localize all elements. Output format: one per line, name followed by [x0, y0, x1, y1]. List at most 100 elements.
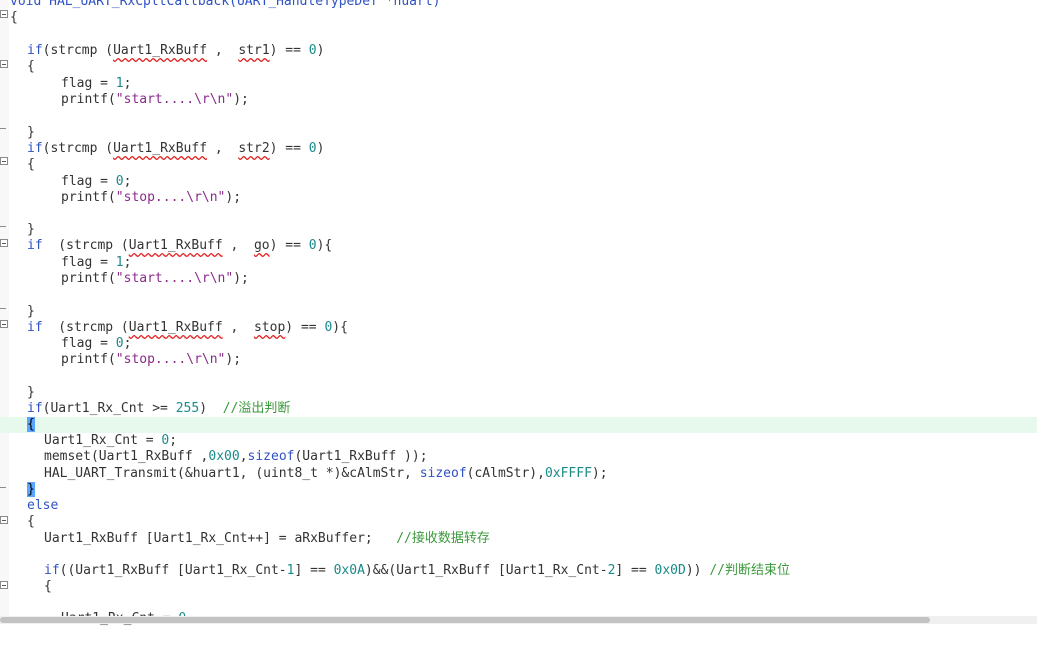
- code-line[interactable]: {: [0, 59, 1037, 75]
- code-line[interactable]: if(strcmp (Uart1_RxBuff , str2) == 0): [0, 141, 1037, 157]
- code-line[interactable]: Uart1_Rx_Cnt = 0;: [0, 433, 1037, 449]
- code-text: {: [10, 10, 18, 25]
- code-string: "start....\r\n": [115, 271, 234, 286]
- code-editor[interactable]: void HAL_UART_RxCpltCallback(UART_Handle…: [0, 0, 1037, 626]
- code-text: printf(: [61, 271, 116, 286]
- code-line[interactable]: if (strcmp (Uart1_RxBuff , stop) == 0){: [0, 320, 1037, 336]
- code-text: Uart1_Rx_Cnt =: [44, 433, 162, 448]
- code-text: (Uart1_Rx_Cnt >=: [42, 401, 176, 416]
- code-string: "stop....\r\n": [115, 352, 226, 367]
- code-line[interactable]: }: [0, 304, 1037, 320]
- code-text: ,: [222, 238, 254, 253]
- code-line[interactable]: flag = 0;: [0, 336, 1037, 352]
- code-text-error: Uart1_RxBuff: [128, 238, 223, 253]
- code-text: ,: [207, 43, 239, 58]
- code-text: }: [27, 385, 35, 400]
- code-line[interactable]: flag = 1;: [0, 76, 1037, 92]
- code-text: printf(: [61, 352, 116, 367]
- code-text: ,: [222, 320, 254, 335]
- code-line[interactable]: printf("stop....\r\n");: [0, 190, 1037, 206]
- code-text: )&&(Uart1_RxBuff [Uart1_Rx_Cnt-: [364, 563, 608, 578]
- horizontal-scrollbar[interactable]: [0, 616, 1037, 624]
- code-line[interactable]: if(Uart1_Rx_Cnt >= 255) //溢出判断: [0, 401, 1037, 417]
- code-line[interactable]: }: [0, 125, 1037, 141]
- code-text: ,: [239, 449, 248, 464]
- code-keyword: if: [44, 563, 60, 578]
- code-keyword: if: [27, 238, 43, 253]
- brace-match-highlight: {: [27, 417, 35, 432]
- code-line[interactable]: {: [0, 579, 1037, 595]
- code-text: ] ==: [294, 563, 334, 578]
- code-text: (cAlmStr),: [466, 466, 545, 481]
- code-text: )): [685, 563, 710, 578]
- code-line[interactable]: if(strcmp (Uart1_RxBuff , str1) == 0): [0, 43, 1037, 59]
- code-line[interactable]: flag = 1;: [0, 255, 1037, 271]
- code-text: ,: [207, 141, 239, 156]
- code-keyword: if: [27, 401, 43, 416]
- scrollbar-thumb[interactable]: [0, 617, 930, 623]
- code-line[interactable]: HAL_UART_Transmit(&huart1, (uint8_t *)&c…: [0, 466, 1037, 482]
- code-line-current[interactable]: {: [0, 417, 1037, 433]
- code-text: Uart1_RxBuff [Uart1_Rx_Cnt++] = aRxBuffe…: [44, 531, 397, 546]
- code-number: 255: [175, 401, 200, 416]
- code-text: ;: [169, 433, 178, 448]
- code-string: "stop....\r\n": [115, 190, 226, 205]
- code-line[interactable]: else: [0, 498, 1037, 514]
- code-keyword: sizeof: [419, 466, 467, 481]
- code-text: ;: [123, 76, 132, 91]
- code-text: ): [316, 141, 325, 156]
- code-line[interactable]: if((Uart1_RxBuff [Uart1_Rx_Cnt-1] == 0x0…: [0, 563, 1037, 579]
- code-text: {: [27, 157, 35, 172]
- code-text-error: go: [253, 238, 270, 253]
- code-text: ;: [123, 255, 132, 270]
- code-text: ) ==: [269, 238, 309, 253]
- code-line[interactable]: {: [0, 514, 1037, 530]
- code-line[interactable]: {: [0, 157, 1037, 173]
- code-number: 0xFFFF: [544, 466, 592, 481]
- code-number: 0: [115, 336, 124, 351]
- code-line[interactable]: }: [0, 385, 1037, 401]
- code-line[interactable]: if (strcmp (Uart1_RxBuff , go) == 0){: [0, 238, 1037, 254]
- code-line[interactable]: printf("stop....\r\n");: [0, 352, 1037, 368]
- code-text: }: [27, 304, 35, 319]
- code-text-error: str1: [238, 43, 270, 58]
- code-keyword: if: [27, 141, 43, 156]
- code-text-error: Uart1_RxBuff: [128, 320, 223, 335]
- code-line[interactable]: memset(Uart1_RxBuff ,0x00,sizeof(Uart1_R…: [0, 449, 1037, 465]
- code-number: 0x0A: [333, 563, 365, 578]
- code-text: {: [27, 59, 35, 74]
- code-number: 0: [308, 238, 317, 253]
- code-text: (strcmp (: [42, 238, 129, 253]
- code-text: ): [199, 401, 223, 416]
- code-number: 0: [308, 43, 317, 58]
- code-line[interactable]: printf("start....\r\n");: [0, 92, 1037, 108]
- code-string: "start....\r\n": [115, 92, 234, 107]
- code-comment: //判断结束位: [709, 563, 790, 578]
- code-line[interactable]: flag = 0;: [0, 174, 1037, 190]
- code-text: ){: [332, 320, 348, 335]
- code-text: (Uart1_RxBuff ));: [294, 449, 428, 464]
- code-line[interactable]: }: [0, 482, 1037, 498]
- code-text: memset(Uart1_RxBuff ,: [44, 449, 209, 464]
- code-line[interactable]: void HAL_UART_RxCpltCallback(UART_Handle…: [0, 0, 1037, 10]
- code-text-error: Uart1_RxBuff: [113, 141, 208, 156]
- code-number: 1: [115, 76, 124, 91]
- code-text: printf(: [61, 190, 116, 205]
- code-number: 0x0D: [654, 563, 686, 578]
- code-text: flag =: [61, 336, 116, 351]
- code-line[interactable]: printf("start....\r\n");: [0, 271, 1037, 287]
- code-text: (strcmp (: [42, 141, 114, 156]
- code-line[interactable]: {: [0, 10, 1037, 26]
- code-text: ) ==: [269, 43, 309, 58]
- code-text: (strcmp (: [42, 320, 129, 335]
- code-keyword: else: [27, 498, 59, 513]
- code-text: );: [233, 271, 249, 286]
- code-text-error: str2: [238, 141, 270, 156]
- code-line[interactable]: Uart1_RxBuff [Uart1_Rx_Cnt++] = aRxBuffe…: [0, 531, 1037, 547]
- code-comment: //溢出判断: [222, 401, 291, 416]
- code-text: flag =: [61, 174, 116, 189]
- code-text: ;: [123, 174, 132, 189]
- code-text: HAL_UART_Transmit(&huart1, (uint8_t *)&c…: [44, 466, 420, 481]
- code-keyword: sizeof: [247, 449, 295, 464]
- code-line[interactable]: }: [0, 222, 1037, 238]
